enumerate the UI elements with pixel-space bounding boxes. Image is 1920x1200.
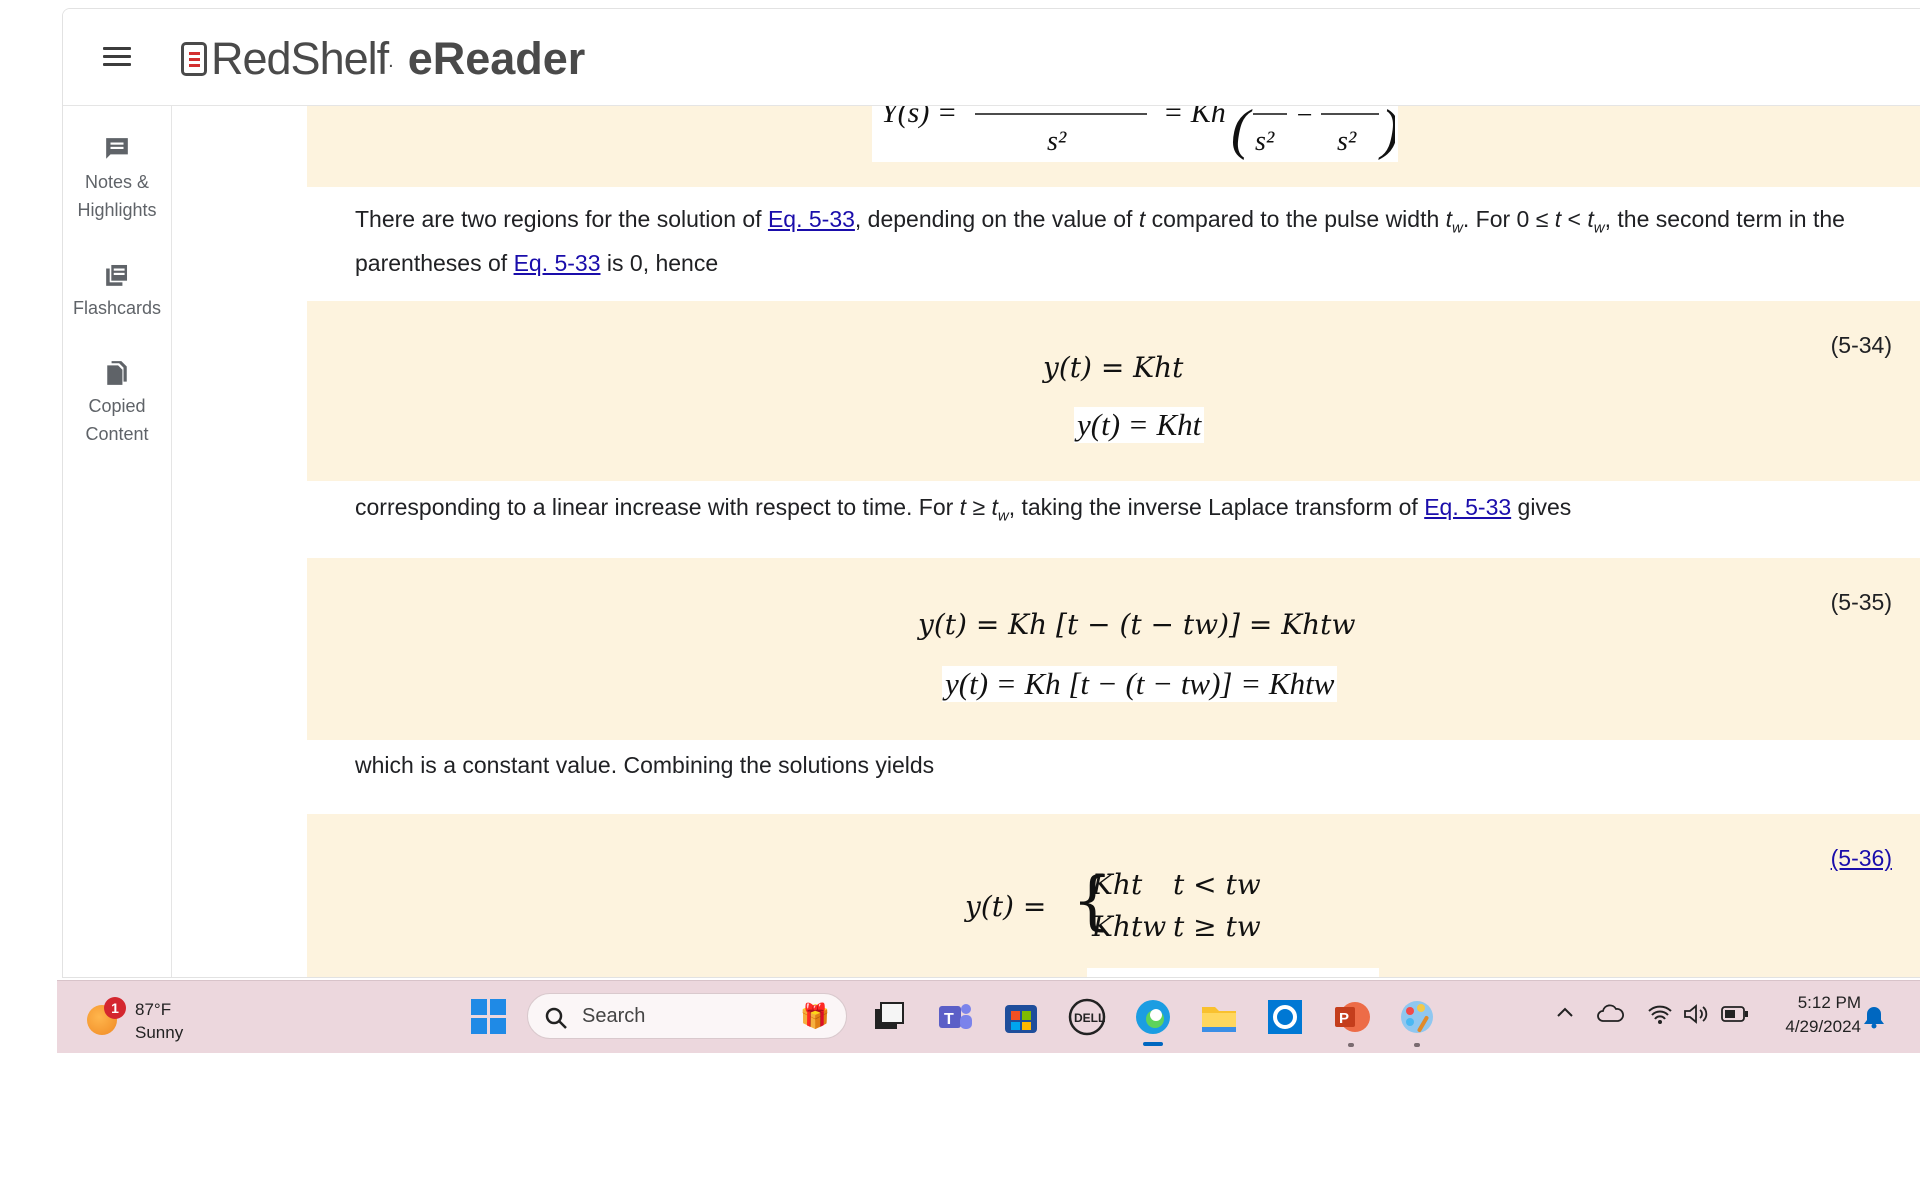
notification-bell-icon[interactable]	[1863, 1005, 1885, 1035]
weather-widget[interactable]: 1 87°F Sunny	[87, 991, 207, 1043]
svg-text:): )	[1378, 106, 1395, 161]
equation-5-35-alt: y(t) = Kh [t − (t − tw)] = Khtw	[942, 666, 1338, 702]
app-header: RedShelf . eReader	[63, 9, 1920, 106]
equation-box-5-33: Y(s) = s² = Kh ( s² − s² )	[307, 106, 1920, 187]
equation-5-33-alt: Y(s) = s² = Kh ( s² − s² )	[872, 106, 1398, 162]
menu-icon[interactable]	[103, 46, 133, 68]
teams-icon[interactable]: T	[935, 997, 975, 1037]
svg-text:s²: s²	[1047, 126, 1067, 157]
svg-text:s²: s²	[1337, 126, 1357, 157]
equation-case2-value: Khtw	[1092, 910, 1167, 943]
equation-case1-value: Kht	[1092, 868, 1143, 901]
clock-time: 5:12 PM	[1797, 993, 1861, 1012]
comment-icon	[106, 138, 128, 159]
edge-icon[interactable]	[1133, 997, 1173, 1046]
sidebar-label-line1: Copied	[88, 396, 146, 416]
equation-case1-condition: t < tw	[1173, 868, 1261, 901]
taskbar: 1 87°F Sunny Search 🎁 T DELL P 5:12 PM 4…	[57, 980, 1920, 1053]
sidebar: Notes & Highlights Flashcards Copied Con…	[63, 106, 172, 977]
clock-date: 4/29/2024	[1785, 1017, 1861, 1036]
show-hidden-icons-chevron-icon[interactable]	[1555, 1003, 1575, 1029]
equation-5-36-alt	[1087, 968, 1379, 977]
task-view-icon[interactable]	[869, 997, 909, 1037]
weather-condition: Sunny	[135, 1023, 184, 1042]
svg-text:DELL: DELL	[1074, 1011, 1105, 1025]
equation-box-5-34: (5-34) y(t) = Kht y(t) = Kht	[307, 301, 1920, 481]
system-clock[interactable]: 5:12 PM 4/29/2024	[1761, 991, 1861, 1039]
powerpoint-icon[interactable]: P	[1331, 997, 1371, 1047]
svg-text:P: P	[1339, 1010, 1349, 1027]
redshelf-logo[interactable]: RedShelf . eReader	[181, 33, 586, 84]
equation-number-link[interactable]: (5-36)	[1831, 845, 1892, 872]
sidebar-label-line2: Highlights	[77, 200, 157, 220]
book-logo-icon	[181, 42, 207, 76]
search-icon	[545, 1007, 567, 1029]
onedrive-icon[interactable]	[1597, 1003, 1625, 1031]
taskbar-search[interactable]: Search 🎁	[527, 993, 847, 1039]
sidebar-label-line1: Notes &	[84, 172, 150, 192]
windows-start-icon[interactable]	[471, 999, 507, 1035]
notification-badge: 1	[104, 997, 126, 1019]
temperature: 87°F	[135, 1000, 172, 1019]
svg-text:T: T	[944, 1011, 954, 1028]
svg-text:= Kh: = Kh	[1163, 106, 1226, 129]
logo-product: eReader	[407, 33, 586, 84]
search-placeholder: Search	[582, 1005, 646, 1027]
paragraph-constant-value: which is a constant value. Combining the…	[355, 752, 935, 778]
svg-text:Y(s) =: Y(s) =	[881, 106, 957, 129]
equation-box-5-35: (5-35) y(t) = Kh [t − (t − tw)] = Khtw y…	[307, 558, 1920, 740]
sidebar-item-copied-content[interactable]: Copied Content	[63, 360, 171, 448]
wifi-icon[interactable]	[1647, 1003, 1673, 1031]
equation-5-36-lhs: y(t) =	[965, 890, 1047, 923]
equation-5-35: y(t) = Kh [t − (t − tw)] = Khtw	[918, 608, 1356, 641]
volume-icon[interactable]	[1683, 1003, 1709, 1031]
equation-case2-condition: t ≥ tw	[1173, 910, 1261, 943]
paragraph-two-regions: There are two regions for the solution o…	[355, 206, 1845, 276]
equation-number: (5-34)	[1830, 332, 1892, 358]
sidebar-item-notes-highlights[interactable]: Notes & Highlights	[63, 136, 171, 224]
equation-box-5-36: (5-36) y(t) = { Kht t < tw Khtw t ≥ tw	[307, 814, 1920, 977]
sidebar-label-line1: Flashcards	[72, 298, 162, 318]
svg-text:−: −	[1295, 106, 1314, 131]
equation-5-34-alt: y(t) = Kht	[1074, 407, 1205, 443]
ereader-window: RedShelf . eReader Notes & Highlights Fl…	[62, 8, 1920, 978]
battery-icon[interactable]	[1721, 1005, 1749, 1029]
reader-content[interactable]: Y(s) = s² = Kh ( s² − s² ) There are two…	[172, 106, 1920, 977]
store-icon[interactable]	[1001, 997, 1041, 1037]
equation-5-34: y(t) = Kht	[1043, 351, 1184, 384]
svg-text:(: (	[1231, 106, 1253, 161]
paragraph-linear-increase: corresponding to a linear increase with …	[355, 494, 1572, 525]
logo-brand: RedShelf	[211, 33, 389, 84]
link-eq-5-33[interactable]: Eq. 5-33	[1424, 494, 1511, 520]
link-eq-5-33[interactable]: Eq. 5-33	[514, 250, 601, 276]
copy-icon	[107, 361, 127, 385]
dell-icon[interactable]: DELL	[1067, 997, 1107, 1037]
file-explorer-icon[interactable]	[1199, 997, 1239, 1037]
cortana-icon[interactable]	[1265, 997, 1305, 1037]
sidebar-label-line2: Content	[85, 424, 149, 444]
flashcards-icon	[106, 263, 129, 286]
sidebar-item-flashcards[interactable]: Flashcards	[63, 262, 171, 322]
paint-icon[interactable]	[1397, 997, 1437, 1047]
gifts-icon: 🎁	[800, 1003, 830, 1030]
link-eq-5-33[interactable]: Eq. 5-33	[768, 206, 855, 232]
svg-text:s²: s²	[1255, 126, 1275, 157]
equation-number: (5-35)	[1830, 589, 1892, 615]
logo-dot: .	[388, 50, 394, 72]
